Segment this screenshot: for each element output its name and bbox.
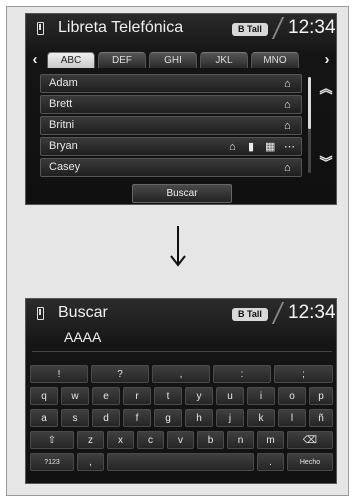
tab-def[interactable]: DEF <box>98 52 146 68</box>
input-underline <box>32 351 332 352</box>
key-j[interactable]: j <box>216 409 244 427</box>
home-icon: ⌂ <box>284 162 291 174</box>
symbols-key[interactable]: ?123 <box>30 453 74 471</box>
contact-name: Bryan <box>49 140 78 152</box>
tab-mno[interactable]: MNO <box>251 52 299 68</box>
tab-ghi[interactable]: GHI <box>149 52 197 68</box>
key-c[interactable]: c <box>137 431 164 449</box>
scrollbar-thumb[interactable] <box>308 77 311 129</box>
home-icon: ⌂ <box>284 78 291 90</box>
key-period[interactable]: . <box>257 453 284 471</box>
key-comma[interactable]: , <box>77 453 104 471</box>
key-r[interactable]: r <box>123 387 151 405</box>
page-title: Buscar <box>58 304 108 321</box>
search-button[interactable]: Buscar <box>132 184 232 203</box>
contact-name: Adam <box>49 77 78 89</box>
key-d[interactable]: d <box>92 409 120 427</box>
done-key[interactable]: Hecho <box>287 453 333 471</box>
key-semicolon[interactable]: ; <box>274 365 333 383</box>
key-comma-punct[interactable]: , <box>152 365 210 383</box>
phone-icon <box>37 307 44 320</box>
contact-row-brett[interactable]: Brett ⌂ <box>40 95 302 114</box>
key-o[interactable]: o <box>278 387 306 405</box>
phone-icon <box>37 22 44 35</box>
contact-name: Britni <box>49 119 75 131</box>
key-f[interactable]: f <box>123 409 151 427</box>
home-icon: ⌂ <box>284 99 291 111</box>
down-arrow-icon <box>170 226 186 267</box>
contact-name: Brett <box>49 98 73 110</box>
home-icon: ⌂ <box>284 120 291 132</box>
key-n[interactable]: n <box>227 431 254 449</box>
phonebook-screen: Libreta Telefónica B Tall 12:34 ‹ ABC DE… <box>25 13 337 205</box>
status-bar: Libreta Telefónica B Tall 12:34 <box>26 14 336 42</box>
tab-prev-arrow-icon[interactable]: ‹ <box>28 51 42 69</box>
key-p[interactable]: p <box>309 387 333 405</box>
space-key[interactable] <box>107 453 254 471</box>
contact-row-bryan[interactable]: Bryan ⌂ ▮ ▦ ⋯ <box>40 137 302 156</box>
header-divider <box>271 17 285 39</box>
key-exclamation[interactable]: ! <box>30 365 88 383</box>
key-m[interactable]: m <box>257 431 284 449</box>
key-g[interactable]: g <box>154 409 182 427</box>
key-b[interactable]: b <box>197 431 224 449</box>
key-v[interactable]: v <box>167 431 194 449</box>
mobile-phone-icon: ▮ <box>248 141 255 153</box>
shift-key[interactable]: ⇧ <box>30 431 74 449</box>
work-building-icon: ▦ <box>265 141 276 153</box>
contact-row-casey[interactable]: Casey ⌂ <box>40 158 302 177</box>
clock: 12:34 <box>288 17 336 38</box>
status-bar: Buscar B Tall 12:34 <box>26 299 336 327</box>
page-up-icon[interactable]: ︽ <box>319 78 333 97</box>
key-l[interactable]: l <box>278 409 306 427</box>
key-e[interactable]: e <box>92 387 120 405</box>
key-a[interactable]: a <box>30 409 58 427</box>
key-s[interactable]: s <box>61 409 89 427</box>
key-k[interactable]: k <box>247 409 275 427</box>
contact-row-adam[interactable]: Adam ⌂ <box>40 74 302 93</box>
key-question[interactable]: ? <box>91 365 149 383</box>
key-n-tilde[interactable]: ñ <box>309 409 333 427</box>
search-screen: Buscar B Tall 12:34 AAAA ! ? , : ; q w e… <box>25 298 337 484</box>
bluetooth-signal-icon: B Tall <box>232 308 268 321</box>
page-down-icon[interactable]: ︾ <box>319 152 333 171</box>
key-q[interactable]: q <box>30 387 58 405</box>
clock: 12:34 <box>288 302 336 323</box>
key-w[interactable]: w <box>61 387 89 405</box>
tab-abc[interactable]: ABC <box>47 52 95 68</box>
key-i[interactable]: i <box>247 387 275 405</box>
alphabet-tabs: ‹ ABC DEF GHI JKL MNO › <box>26 51 336 69</box>
home-icon: ⌂ <box>229 141 236 153</box>
tab-next-arrow-icon[interactable]: › <box>320 51 334 69</box>
contact-name: Casey <box>49 161 81 173</box>
key-colon[interactable]: : <box>213 365 271 383</box>
search-input[interactable]: AAAA <box>64 329 101 345</box>
page-title: Libreta Telefónica <box>58 19 184 36</box>
bluetooth-signal-icon: B Tall <box>232 23 268 36</box>
header-divider <box>271 302 285 324</box>
key-t[interactable]: t <box>154 387 182 405</box>
backspace-key[interactable]: ⌫ <box>287 431 333 449</box>
more-icon: ⋯ <box>284 141 295 153</box>
key-y[interactable]: y <box>185 387 213 405</box>
key-z[interactable]: z <box>77 431 104 449</box>
key-u[interactable]: u <box>216 387 244 405</box>
tab-jkl[interactable]: JKL <box>200 52 248 68</box>
key-h[interactable]: h <box>185 409 213 427</box>
contact-row-britni[interactable]: Britni ⌂ <box>40 116 302 135</box>
key-x[interactable]: x <box>107 431 134 449</box>
